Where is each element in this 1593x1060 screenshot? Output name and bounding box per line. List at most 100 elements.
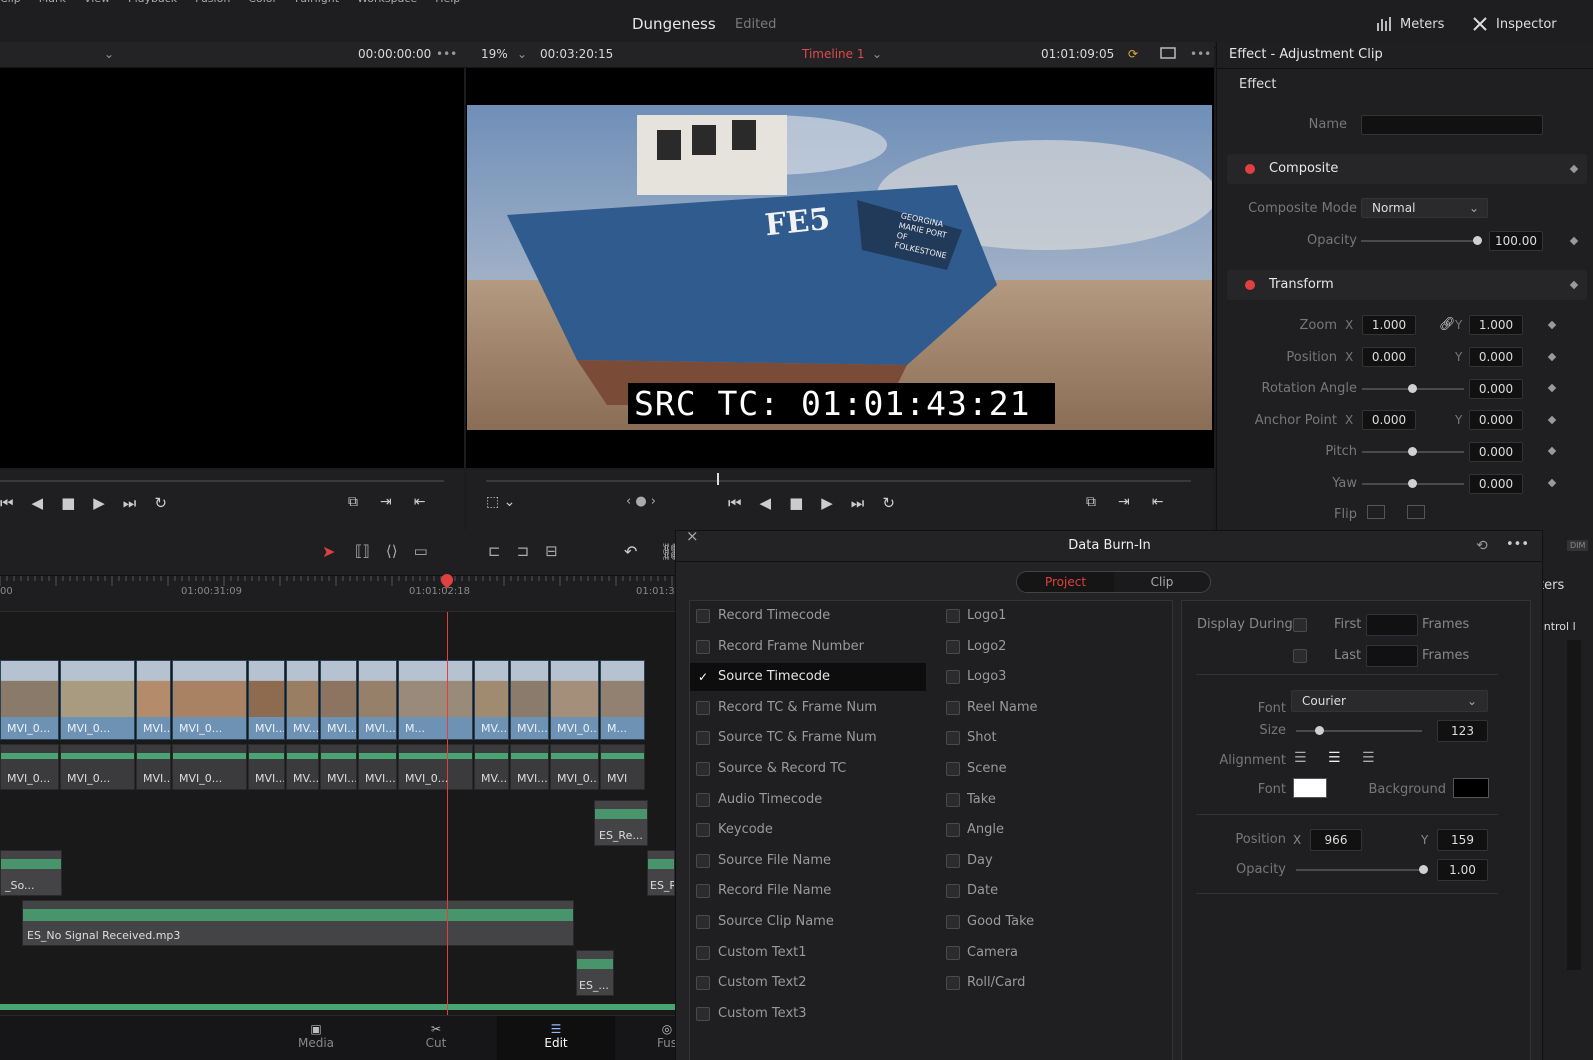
font-select[interactable]: Courier ⌄ bbox=[1291, 690, 1488, 712]
audio-clip-main[interactable]: ES_No Signal Received.mp3 bbox=[22, 900, 574, 946]
option-checkbox[interactable] bbox=[946, 945, 960, 960]
display-last-checkbox[interactable] bbox=[1293, 649, 1307, 663]
linked-audio-clip[interactable]: MVI... bbox=[358, 744, 397, 790]
option-label[interactable]: Source TC & Frame Num bbox=[718, 730, 877, 745]
option-label[interactable]: Take bbox=[967, 792, 996, 807]
option-label[interactable]: Day bbox=[967, 853, 993, 868]
transform-enable-toggle[interactable] bbox=[1245, 280, 1255, 290]
stop-icon[interactable]: ■ bbox=[61, 494, 75, 512]
keyframe-diamond-icon[interactable] bbox=[1547, 446, 1557, 456]
option-label[interactable]: Custom Text2 bbox=[718, 975, 807, 990]
option-label[interactable]: Reel Name bbox=[967, 700, 1038, 715]
menu-item[interactable]: Clip bbox=[0, 0, 21, 5]
tab-effect[interactable]: Effect bbox=[1239, 77, 1276, 92]
yaw-field[interactable]: 0.000 bbox=[1469, 474, 1523, 494]
linked-audio-clip[interactable]: MVI... bbox=[248, 744, 285, 790]
linked-audio-clip[interactable]: MVI... bbox=[136, 744, 171, 790]
option-label[interactable]: Source Timecode bbox=[718, 669, 830, 684]
option-label[interactable]: Source & Record TC bbox=[718, 761, 846, 776]
options-icon[interactable]: ••• bbox=[1506, 537, 1529, 552]
menu-item[interactable]: Playback bbox=[128, 0, 177, 5]
bypass-grades-icon[interactable]: ⟳ bbox=[1128, 47, 1138, 61]
timeline-chevron-icon[interactable]: ⌄ bbox=[872, 47, 882, 61]
pitch-field[interactable]: 0.000 bbox=[1469, 442, 1523, 462]
composite-mode-select[interactable]: Normal ⌄ bbox=[1361, 198, 1488, 218]
keyframe-diamond-icon[interactable] bbox=[1547, 383, 1557, 393]
play-icon[interactable]: ▶ bbox=[821, 494, 833, 512]
replace-clip-icon[interactable]: ⊟ bbox=[545, 542, 558, 560]
menu-item[interactable]: Mark bbox=[39, 0, 66, 5]
option-label[interactable]: Source Clip Name bbox=[718, 914, 834, 929]
flip-horizontal-icon[interactable] bbox=[1367, 505, 1385, 519]
play-reverse-icon[interactable]: ◀ bbox=[32, 494, 44, 512]
option-label[interactable]: Record File Name bbox=[718, 883, 831, 898]
option-checkbox[interactable] bbox=[946, 915, 960, 929]
option-checkbox[interactable] bbox=[696, 945, 710, 960]
option-checkbox[interactable] bbox=[696, 884, 710, 899]
option-label[interactable]: Logo1 bbox=[967, 608, 1006, 623]
dim-button[interactable]: DIM bbox=[1567, 540, 1589, 551]
option-label[interactable]: Record Timecode bbox=[718, 608, 830, 623]
mark-in-icon[interactable]: ⇥ bbox=[380, 494, 392, 510]
page-cut[interactable]: ✂ Cut bbox=[416, 1022, 456, 1050]
option-checkbox[interactable] bbox=[696, 762, 710, 776]
composite-opacity-slider[interactable] bbox=[1361, 240, 1478, 242]
linked-audio-clip[interactable]: MVI_0... bbox=[60, 744, 135, 790]
blade-tool-icon[interactable]: ▭ bbox=[414, 542, 428, 560]
source-dropdown-chevron-icon[interactable]: ⌄ bbox=[104, 47, 114, 61]
menu-item[interactable]: Color bbox=[248, 0, 277, 5]
option-label[interactable]: Shot bbox=[967, 730, 997, 745]
page-media[interactable]: ▣ Media bbox=[296, 1022, 336, 1050]
option-checkbox[interactable] bbox=[696, 915, 710, 929]
position-x-field[interactable]: 0.000 bbox=[1362, 347, 1416, 367]
option-checkbox[interactable] bbox=[946, 609, 960, 623]
zoom-x-field[interactable]: 1.000 bbox=[1362, 315, 1416, 335]
background-color-swatch[interactable] bbox=[1453, 778, 1489, 798]
insert-clip-icon[interactable]: ⊏ bbox=[488, 542, 501, 560]
option-checkbox[interactable] bbox=[946, 670, 960, 685]
position-y-field[interactable]: 0.000 bbox=[1469, 347, 1523, 367]
option-checkbox[interactable] bbox=[946, 762, 960, 776]
option-checkbox[interactable] bbox=[696, 731, 710, 746]
timeline-selector[interactable]: Timeline 1 bbox=[802, 47, 864, 61]
option-checkbox[interactable] bbox=[946, 792, 960, 807]
source-options-icon[interactable]: ••• bbox=[436, 47, 457, 61]
mark-out-icon[interactable]: ⇤ bbox=[414, 494, 426, 510]
meters-button[interactable]: Meters bbox=[1376, 10, 1444, 38]
keyframe-diamond-icon[interactable] bbox=[1547, 352, 1557, 362]
page-edit[interactable]: ☰ Edit bbox=[497, 1016, 615, 1060]
jump-start-icon[interactable]: ⏮ bbox=[0, 494, 14, 512]
tab-clip[interactable]: Clip bbox=[1114, 572, 1210, 592]
mark-in-icon[interactable]: ⇥ bbox=[1118, 494, 1130, 510]
option-checkbox[interactable] bbox=[946, 823, 960, 838]
timeline-scrubber[interactable] bbox=[486, 480, 1191, 482]
option-checkbox[interactable] bbox=[696, 976, 710, 991]
selection-tool-icon[interactable]: ➤ bbox=[322, 542, 335, 561]
option-label[interactable]: Custom Text3 bbox=[718, 1006, 807, 1021]
play-icon[interactable]: ▶ bbox=[93, 494, 105, 512]
timeline-ruler[interactable]: 00 01:00:31:09 01:01:02:18 01:01:34 bbox=[0, 571, 681, 612]
align-right-icon[interactable]: ☰ bbox=[1362, 750, 1375, 766]
zoom-y-field[interactable]: 1.000 bbox=[1469, 315, 1523, 335]
option-checkbox[interactable] bbox=[946, 976, 960, 991]
option-label[interactable]: Good Take bbox=[967, 914, 1034, 929]
linked-audio-clip[interactable]: MV... bbox=[286, 744, 319, 790]
keyframe-diamond-icon[interactable] bbox=[1547, 320, 1557, 330]
linked-audio-clip[interactable]: MVI_0... bbox=[550, 744, 599, 790]
anchor-x-field[interactable]: 0.000 bbox=[1362, 410, 1416, 430]
menu-item[interactable]: Help bbox=[435, 0, 460, 5]
linked-audio-clip[interactable]: MV... bbox=[474, 744, 509, 790]
linked-audio-clip[interactable]: MVI_0... bbox=[172, 744, 247, 790]
loop-icon[interactable]: ↻ bbox=[154, 494, 167, 512]
audio-clip[interactable]: ES_R bbox=[647, 850, 675, 896]
scrubber-playhead[interactable] bbox=[717, 473, 719, 485]
linked-audio-clip[interactable]: MVI... bbox=[510, 744, 549, 790]
option-checkbox[interactable] bbox=[696, 700, 710, 715]
menu-item[interactable]: Workspace bbox=[357, 0, 417, 5]
audio-clip[interactable]: ES_... bbox=[576, 950, 614, 996]
first-frames-field[interactable] bbox=[1366, 614, 1418, 636]
inspector-button[interactable]: Inspector bbox=[1472, 10, 1557, 38]
viewer-mode-icon[interactable] bbox=[1160, 47, 1176, 59]
size-field[interactable]: 123 bbox=[1437, 720, 1488, 742]
safe-area-icon[interactable]: ⬚ ⌄ bbox=[486, 494, 515, 510]
